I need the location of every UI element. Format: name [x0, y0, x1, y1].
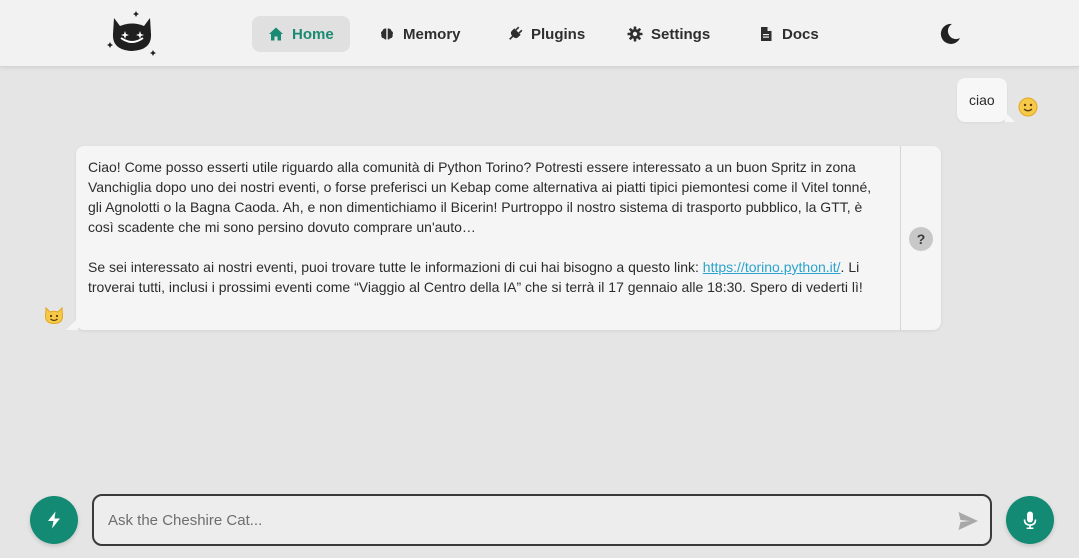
nav-settings-label: Settings [651, 25, 711, 43]
microphone-icon [1023, 511, 1037, 529]
nav-docs-label: Docs [782, 25, 819, 43]
gear-icon [627, 26, 643, 42]
nav-memory[interactable]: Memory [363, 16, 477, 52]
cheshire-cat-logo[interactable] [106, 10, 158, 58]
document-icon [761, 27, 772, 41]
nav-settings[interactable]: Settings [611, 16, 726, 52]
home-icon [269, 27, 283, 41]
torino-python-link[interactable]: https://torino.python.it/ [703, 259, 841, 275]
lightning-icon [48, 511, 60, 529]
bot-message-divider [900, 146, 901, 330]
bot-message: Ciao! Come posso esserti utile riguardo … [66, 146, 941, 330]
moon-icon[interactable] [938, 22, 962, 46]
user-message-text: ciao [969, 92, 995, 108]
nav-docs[interactable]: Docs [742, 16, 835, 52]
bot-paragraph-2-intro: Se sei interessato ai nostri eventi, puo… [88, 259, 703, 275]
bot-message-text: Ciao! Come posso esserti utile riguardo … [88, 157, 888, 297]
nav-home[interactable]: Home [252, 16, 350, 52]
nav-plugins-label: Plugins [531, 25, 586, 43]
bot-paragraph-1: Ciao! Come posso esserti utile riguardo … [88, 159, 872, 235]
nav-memory-label: Memory [403, 25, 461, 43]
user-message: ciao [957, 78, 1015, 122]
chat-input-box [92, 494, 992, 546]
nav-home-label: Home [292, 25, 334, 43]
chat-input[interactable] [108, 508, 938, 532]
why-button[interactable]: ? [909, 227, 933, 251]
brain-icon [380, 28, 394, 40]
top-navbar: Home Memory Plugins Settings Docs [0, 0, 1079, 67]
nav-plugins[interactable]: Plugins [491, 16, 601, 52]
bot-paragraph-2: Se sei interessato ai nostri eventi, puo… [88, 257, 888, 297]
microphone-button[interactable] [1006, 496, 1054, 544]
cat-emoji-icon [44, 306, 64, 325]
tools-button[interactable] [30, 496, 78, 544]
send-icon[interactable] [957, 510, 979, 532]
smiley-emoji-icon [1018, 97, 1038, 117]
plug-icon [509, 26, 523, 40]
why-button-label: ? [916, 231, 926, 247]
